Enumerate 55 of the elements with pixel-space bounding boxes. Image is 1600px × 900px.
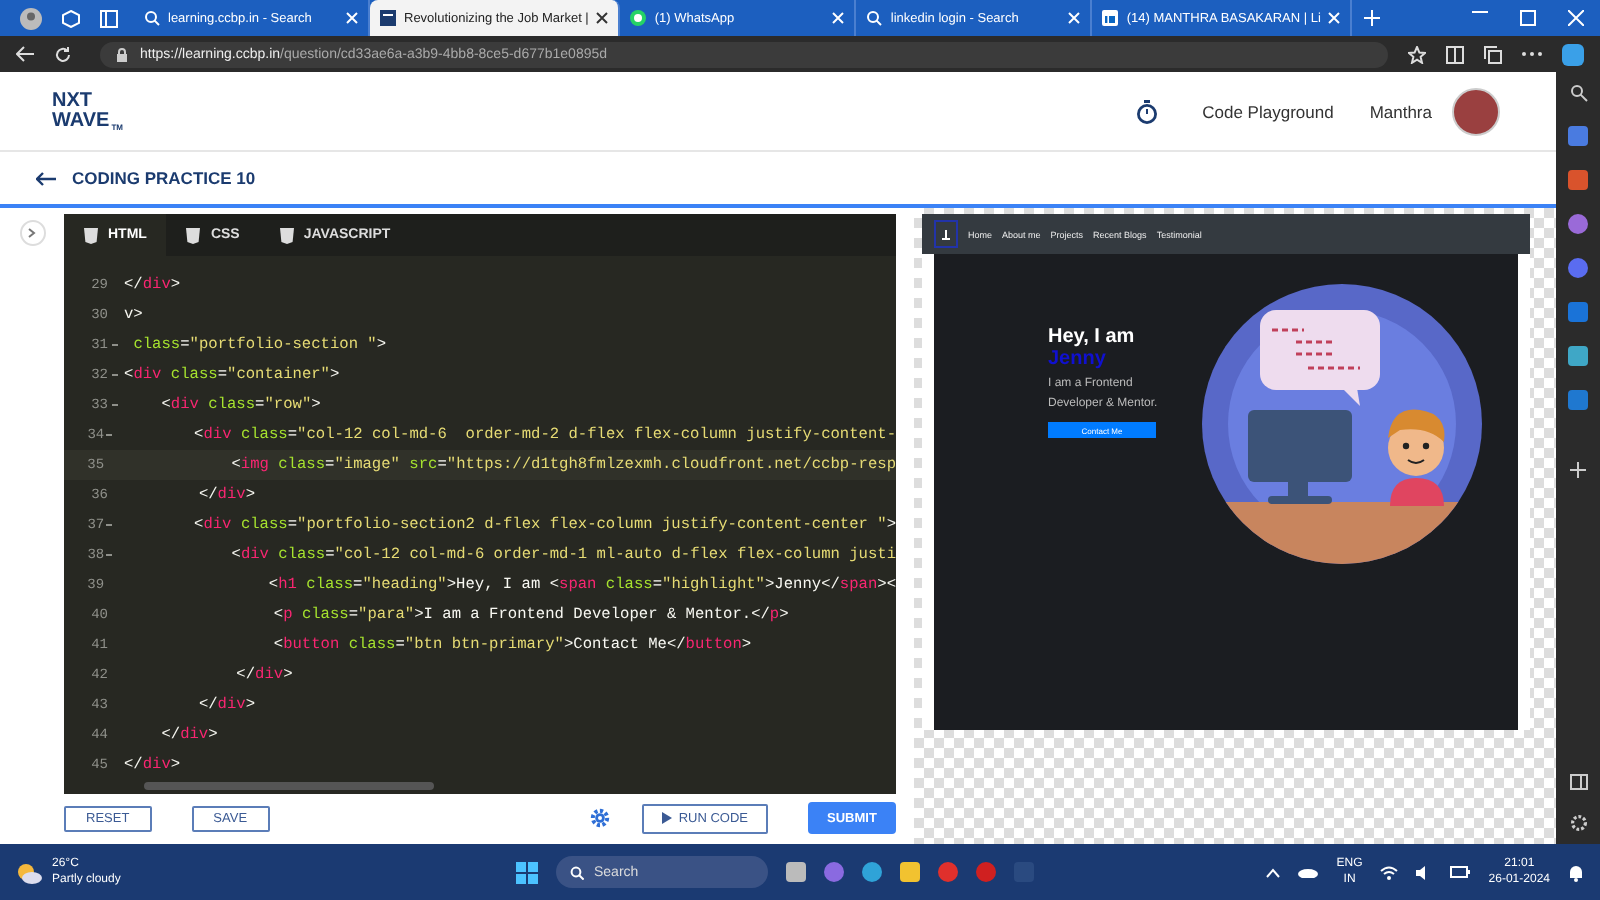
windows-start-icon[interactable] [516,861,538,883]
user-name: Manthra [1369,101,1432,121]
split-screen-icon[interactable] [1446,45,1464,63]
fold-marker[interactable] [111,374,117,376]
file-type-icon [186,227,201,243]
chat-bubble-icon [630,10,647,26]
settings-icon[interactable] [590,808,611,828]
search-icon [144,10,160,26]
fold-marker[interactable] [106,554,113,556]
weather-icon[interactable] [16,861,42,883]
hero-name: Jenny [1048,348,1108,370]
fold-marker[interactable] [111,404,117,406]
search-icon [866,10,883,26]
close-icon[interactable] [1568,10,1584,26]
hero-heading: Hey, I am [1048,326,1137,348]
wifi-icon[interactable] [1380,865,1399,879]
cloud-icon[interactable] [1298,866,1319,878]
avatar[interactable] [1452,87,1500,135]
chevron-right-icon [28,228,36,238]
fold-marker[interactable] [106,434,113,436]
fold-marker[interactable] [106,524,113,526]
add-icon[interactable] [1570,462,1586,478]
sidebar-panel-icon[interactable] [1569,774,1587,790]
search-icon [570,865,584,879]
back-arrow-icon[interactable] [36,171,56,185]
back-icon[interactable] [16,46,34,62]
play-icon [662,812,673,824]
search-icon[interactable] [1569,84,1587,102]
stopwatch-icon[interactable] [1136,99,1159,123]
star-icon[interactable] [1408,45,1426,63]
site-logo-icon[interactable] [934,220,958,248]
file-type-icon [84,227,98,243]
logo-mark-icon [942,229,950,239]
profile-icon[interactable] [20,7,42,29]
lock-icon [116,47,128,61]
file-type-icon [279,227,294,243]
battery-icon[interactable] [1450,866,1471,878]
new-tab-icon[interactable] [1364,10,1381,26]
maximize-icon[interactable] [1520,10,1536,26]
code-playground-link[interactable]: Code Playground [1202,101,1334,121]
page-icon [380,10,396,26]
reload-icon[interactable] [54,45,72,63]
chevron-up-icon[interactable] [1266,867,1281,877]
collections-icon[interactable] [1484,45,1502,63]
linkedin-icon [1102,10,1119,26]
fold-marker[interactable] [111,344,117,346]
close-tab-icon[interactable] [596,12,609,24]
code-editor[interactable] [64,214,896,794]
scrollbar[interactable] [144,782,434,790]
page-title: CODING PRACTICE 10 [72,168,256,188]
cube-icon[interactable] [62,9,80,27]
notification-bell-icon[interactable] [1568,863,1584,881]
tab-list-icon[interactable] [100,9,118,27]
minimize-icon[interactable] [1472,10,1488,14]
expand-panel-button[interactable] [19,220,45,246]
